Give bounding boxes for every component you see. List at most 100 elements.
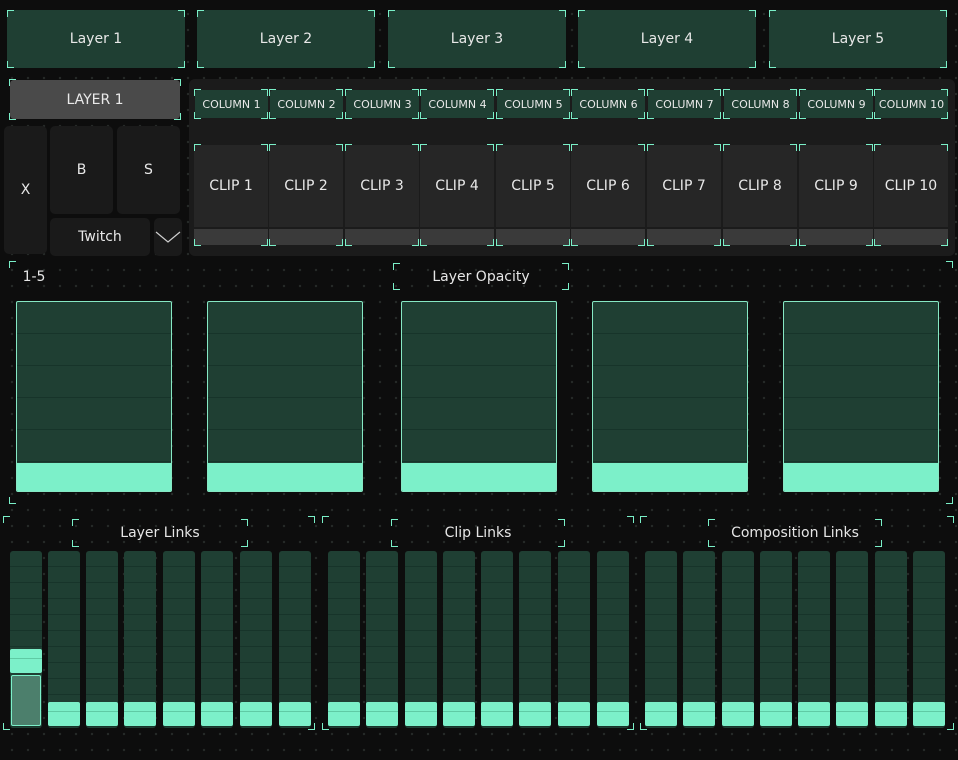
fader-fill xyxy=(593,462,747,491)
twitch-button[interactable]: Twitch xyxy=(50,218,150,256)
composition-link-fader-1[interactable] xyxy=(645,551,677,728)
fader-knob[interactable] xyxy=(519,702,551,726)
clip-link-fader-7[interactable] xyxy=(558,551,590,728)
fader-knob[interactable] xyxy=(163,702,195,726)
clip-progress-bar-1 xyxy=(194,229,268,245)
clip-button-5[interactable]: CLIP 5 xyxy=(496,145,570,227)
clip-button-1[interactable]: CLIP 1 xyxy=(194,145,268,227)
fader-knob[interactable] xyxy=(875,702,907,726)
layer-opacity-fader-2[interactable] xyxy=(207,301,363,492)
layer-opacity-fader-1[interactable] xyxy=(16,301,172,492)
composition-link-fader-8[interactable] xyxy=(913,551,945,728)
twitch-dropdown-button[interactable] xyxy=(154,218,182,256)
layer-opacity-fader-4[interactable] xyxy=(592,301,748,492)
fader-knob[interactable] xyxy=(760,702,792,726)
fader-knob[interactable] xyxy=(722,702,754,726)
fader-knob[interactable] xyxy=(328,702,360,726)
column-button-3[interactable]: COLUMN 3 xyxy=(346,90,419,118)
clip-button-2[interactable]: CLIP 2 xyxy=(269,145,343,227)
fader-knob[interactable] xyxy=(481,702,513,726)
clip-button-9[interactable]: CLIP 9 xyxy=(799,145,873,227)
clip-link-fader-1[interactable] xyxy=(328,551,360,728)
clip-progress-bar-10 xyxy=(874,229,948,245)
fader-knob[interactable] xyxy=(443,702,475,726)
fader-knob[interactable] xyxy=(798,702,830,726)
x-button[interactable]: X xyxy=(4,126,47,254)
fader-knob[interactable] xyxy=(366,702,398,726)
b-button[interactable]: B xyxy=(50,126,113,214)
layer-link-fader-8[interactable] xyxy=(279,551,311,728)
fader-knob[interactable] xyxy=(558,702,590,726)
layer-button-1[interactable]: Layer 1 xyxy=(7,10,185,68)
clip-progress-bar-7 xyxy=(647,229,721,245)
column-button-6[interactable]: COLUMN 6 xyxy=(572,90,645,118)
column-button-10[interactable]: COLUMN 10 xyxy=(875,90,948,118)
layer-link-fader-7[interactable] xyxy=(240,551,272,728)
fader-knob[interactable] xyxy=(240,702,272,726)
clip-button-3[interactable]: CLIP 3 xyxy=(345,145,419,227)
composition-link-fader-4[interactable] xyxy=(760,551,792,728)
clip-progress-bar-5 xyxy=(496,229,570,245)
layer-link-fader-5[interactable] xyxy=(163,551,195,728)
fader-knob[interactable] xyxy=(645,702,677,726)
fader-knob[interactable] xyxy=(86,702,118,726)
layer-links-title: Layer Links xyxy=(120,525,200,541)
clip-link-fader-3[interactable] xyxy=(405,551,437,728)
chevron-down-icon xyxy=(155,230,181,244)
composition-links-title: Composition Links xyxy=(731,525,859,541)
fader-knob[interactable] xyxy=(683,702,715,726)
clip-progress-bar-4 xyxy=(420,229,494,245)
composition-link-fader-5[interactable] xyxy=(798,551,830,728)
clip-button-6[interactable]: CLIP 6 xyxy=(571,145,645,227)
clip-progress-bar-3 xyxy=(345,229,419,245)
clip-button-10[interactable]: CLIP 10 xyxy=(874,145,948,227)
layer-link-fader-6[interactable] xyxy=(201,551,233,728)
column-button-4[interactable]: COLUMN 4 xyxy=(421,90,494,118)
clip-link-fader-5[interactable] xyxy=(481,551,513,728)
column-button-2[interactable]: COLUMN 2 xyxy=(270,90,343,118)
fader-fill xyxy=(11,675,41,726)
selected-layer-label: LAYER 1 xyxy=(10,80,180,119)
fader-fill xyxy=(402,462,556,491)
layer-button-2[interactable]: Layer 2 xyxy=(197,10,375,68)
layer-button-3[interactable]: Layer 3 xyxy=(388,10,566,68)
fader-knob[interactable] xyxy=(405,702,437,726)
layer-link-fader-4[interactable] xyxy=(124,551,156,728)
clip-progress-bar-6 xyxy=(571,229,645,245)
fader-fill xyxy=(208,462,362,491)
column-button-9[interactable]: COLUMN 9 xyxy=(800,90,873,118)
fader-knob[interactable] xyxy=(48,702,80,726)
fader-knob[interactable] xyxy=(10,649,42,673)
column-button-8[interactable]: COLUMN 8 xyxy=(724,90,797,118)
column-button-1[interactable]: COLUMN 1 xyxy=(195,90,268,118)
opacity-range-label: 1-5 xyxy=(22,269,46,285)
s-button[interactable]: S xyxy=(117,126,180,214)
layer-opacity-fader-5[interactable] xyxy=(783,301,939,492)
composition-link-fader-3[interactable] xyxy=(722,551,754,728)
composition-link-fader-6[interactable] xyxy=(836,551,868,728)
layer-link-fader-2[interactable] xyxy=(48,551,80,728)
fader-knob[interactable] xyxy=(913,702,945,726)
fader-knob[interactable] xyxy=(124,702,156,726)
fader-knob[interactable] xyxy=(836,702,868,726)
fader-knob[interactable] xyxy=(201,702,233,726)
layer-link-fader-1[interactable] xyxy=(10,551,42,728)
composition-link-fader-7[interactable] xyxy=(875,551,907,728)
clip-link-fader-6[interactable] xyxy=(519,551,551,728)
layer-button-4[interactable]: Layer 4 xyxy=(578,10,756,68)
clip-links-title: Clip Links xyxy=(444,525,512,541)
fader-knob[interactable] xyxy=(597,702,629,726)
column-button-7[interactable]: COLUMN 7 xyxy=(648,90,721,118)
clip-button-8[interactable]: CLIP 8 xyxy=(723,145,797,227)
composition-link-fader-2[interactable] xyxy=(683,551,715,728)
fader-knob[interactable] xyxy=(279,702,311,726)
column-button-5[interactable]: COLUMN 5 xyxy=(497,90,570,118)
clip-link-fader-4[interactable] xyxy=(443,551,475,728)
layer-link-fader-3[interactable] xyxy=(86,551,118,728)
clip-link-fader-2[interactable] xyxy=(366,551,398,728)
layer-button-5[interactable]: Layer 5 xyxy=(769,10,947,68)
clip-button-7[interactable]: CLIP 7 xyxy=(647,145,721,227)
clip-button-4[interactable]: CLIP 4 xyxy=(420,145,494,227)
clip-link-fader-8[interactable] xyxy=(597,551,629,728)
layer-opacity-fader-3[interactable] xyxy=(401,301,557,492)
